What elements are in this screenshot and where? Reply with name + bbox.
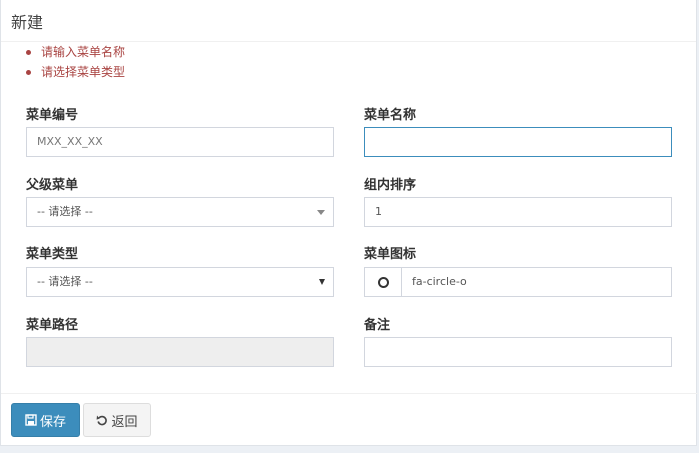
save-icon [25, 414, 37, 426]
icon-preview-addon[interactable] [364, 267, 401, 297]
panel-footer [1, 393, 698, 394]
menu-type-select[interactable]: -- 请选择 -- [26, 267, 334, 297]
back-button-label: 返回 [111, 414, 138, 430]
undo-icon [97, 415, 108, 426]
panel-title: 新建 [11, 13, 44, 32]
group-order-input[interactable]: 1 [364, 197, 672, 227]
parent-menu-label: 父级菜单 [26, 178, 79, 193]
menu-type-selected: -- 请选择 -- [37, 275, 93, 288]
group-order-value: 1 [375, 205, 382, 218]
menu-name-input[interactable] [364, 127, 672, 157]
panel-header: 新建 [1, 0, 696, 42]
menu-path-label: 菜单路径 [26, 318, 79, 333]
menu-icon-value: fa-circle-o [412, 275, 467, 288]
remark-input[interactable] [364, 337, 672, 367]
new-menu-panel: 新建 请输入菜单名称 请选择菜单类型 菜单编号 MXX_XX_XX 菜单名称 父… [0, 0, 698, 446]
caret-down-icon [319, 279, 325, 285]
menu-icon-input[interactable]: fa-circle-o [401, 267, 672, 297]
menu-code-input[interactable]: MXX_XX_XX [26, 127, 334, 157]
menu-code-label: 菜单编号 [26, 108, 79, 123]
menu-icon-label: 菜单图标 [364, 247, 417, 262]
error-message: 请输入菜单名称 [23, 44, 125, 64]
back-button[interactable]: 返回 [83, 403, 151, 437]
menu-type-label: 菜单类型 [26, 247, 79, 262]
parent-menu-select[interactable]: -- 请选择 -- [26, 197, 334, 227]
menu-code-placeholder: MXX_XX_XX [37, 135, 103, 148]
remark-label: 备注 [364, 318, 391, 333]
menu-name-label: 菜单名称 [364, 108, 417, 123]
validation-errors: 请输入菜单名称 请选择菜单类型 [23, 44, 125, 84]
caret-down-icon [317, 210, 325, 215]
circle-o-icon [378, 277, 389, 288]
parent-menu-selected: -- 请选择 -- [37, 205, 93, 218]
error-message: 请选择菜单类型 [23, 64, 125, 84]
menu-path-input [26, 337, 334, 367]
save-button[interactable]: 保存 [11, 403, 80, 437]
save-button-label: 保存 [39, 414, 66, 430]
group-order-label: 组内排序 [364, 178, 417, 193]
